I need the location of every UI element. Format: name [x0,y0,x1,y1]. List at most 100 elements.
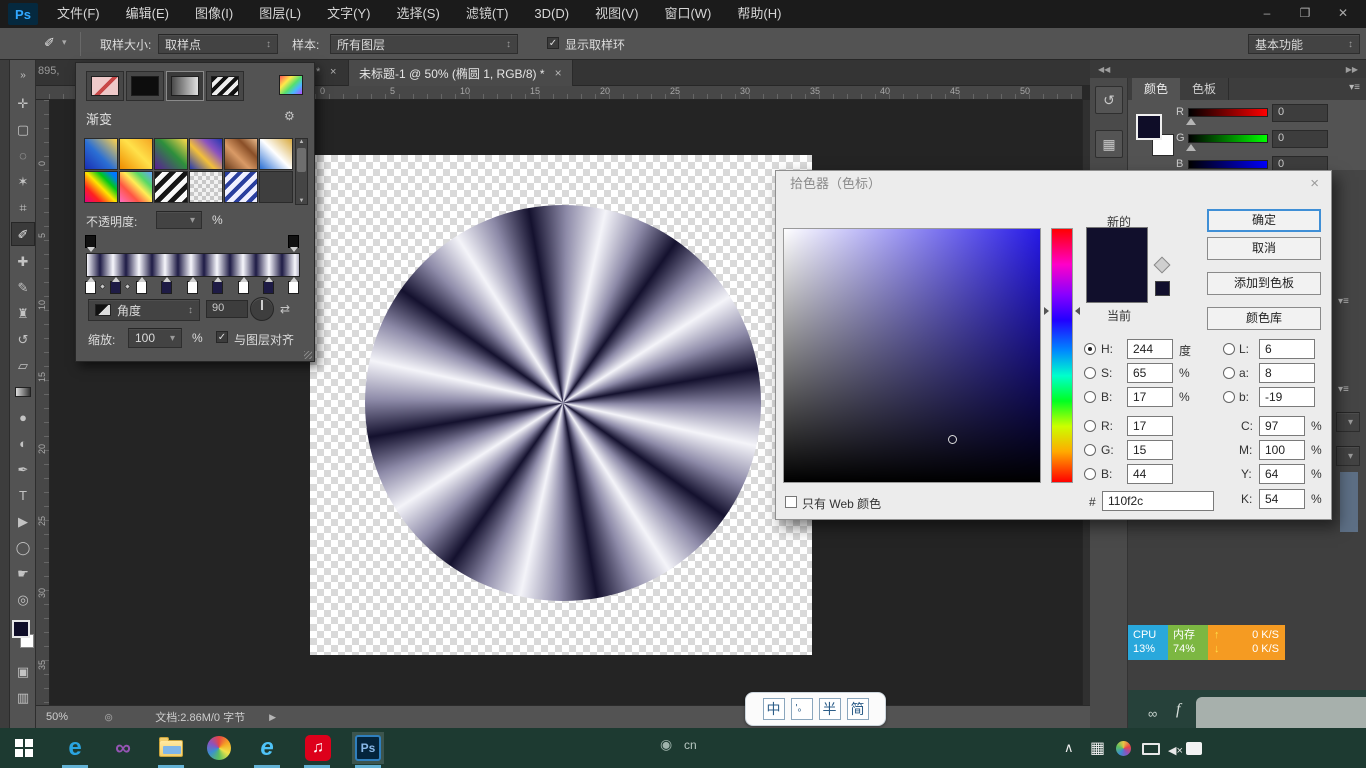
add-to-swatches-button[interactable]: 添加到色板 [1207,272,1321,295]
color-stop[interactable] [85,281,96,294]
g-field[interactable]: 15 [1127,440,1173,460]
file-explorer-icon[interactable] [157,734,185,762]
screen-mode-button[interactable]: ▥ [11,686,35,710]
move-tool[interactable]: ✛ [11,92,35,116]
m-field[interactable]: 100 [1259,440,1305,460]
hidden-tab-close-icon[interactable]: × [330,66,336,78]
photoshop-taskbar-icon[interactable]: Ps [352,732,384,764]
preset-scrollbar[interactable]: ▲ ▼ [295,138,308,205]
r-field[interactable]: 17 [1127,416,1173,436]
dock-collapse-left-icon[interactable]: ◀◀ [1098,65,1110,74]
k-field[interactable]: 54 [1259,489,1305,509]
document-tab[interactable]: 未标题-1 @ 50% (椭圆 1, RGB/8) * × [348,60,573,86]
healing-brush-tool[interactable]: ✚ [11,250,35,274]
b-slider[interactable] [1188,160,1268,169]
color-stop[interactable] [238,281,249,294]
menu-window[interactable]: 窗口(W) [651,0,724,28]
color-stop[interactable] [212,281,223,294]
menu-help[interactable]: 帮助(H) [724,0,794,28]
blur-tool[interactable]: ● [11,406,35,430]
foreground-color-swatch[interactable] [12,620,30,638]
gradient-preset[interactable] [224,171,258,203]
hue-marker-right[interactable] [1075,307,1080,315]
color-stop[interactable] [288,281,299,294]
s-field[interactable]: 65 [1127,363,1173,383]
eraser-tool[interactable]: ▱ [11,354,35,378]
opacity-stop-right[interactable] [288,235,299,248]
menu-image[interactable]: 图像(I) [182,0,246,28]
cancel-button[interactable]: 取消 [1207,237,1321,260]
gradient-preset[interactable] [189,138,223,170]
resize-grip[interactable] [304,351,312,359]
brush-tool[interactable]: ✎ [11,276,35,300]
web-only-checkbox[interactable] [785,496,797,508]
gradient-editor-bar[interactable] [86,253,300,277]
reverse-icon[interactable]: ⇄ [280,302,290,316]
scroll-thumb[interactable] [297,148,306,172]
gradient-preset[interactable] [119,138,153,170]
angle-dial[interactable] [250,297,274,321]
gradient-preset[interactable] [84,138,118,170]
panel-foreground-swatch[interactable] [1136,114,1162,140]
zoom-tool[interactable]: ◎ [11,588,35,612]
sample-layers-dropdown[interactable]: 所有图层 ↕ [330,34,518,54]
eyedropper-tool-icon[interactable]: ✐ [44,35,55,51]
g-slider-handle[interactable] [1186,144,1196,151]
shape-tool[interactable]: ◯ [11,536,35,560]
b-field[interactable]: 17 [1127,387,1173,407]
rainbow-thumb[interactable] [279,75,303,95]
gradient-tool[interactable] [11,380,35,404]
opacity-stop-left[interactable] [85,235,96,248]
gear-icon[interactable]: ⚙ [284,109,295,123]
gradient-preset[interactable] [224,138,258,170]
menu-3d[interactable]: 3D(D) [521,0,582,28]
gradient-preset[interactable] [154,138,188,170]
history-brush-tool[interactable]: ↺ [11,328,35,352]
internet-explorer-icon[interactable]: e [253,734,281,762]
quick-mask-button[interactable]: ▣ [11,660,35,684]
toolbar-collapse-icon[interactable]: » [11,64,35,88]
color-libraries-button[interactable]: 颜色库 [1207,307,1321,330]
tab-close-icon[interactable]: × [555,66,562,80]
s-radio[interactable] [1084,367,1096,379]
close-button[interactable]: ✕ [1324,3,1362,23]
saturation-field[interactable] [783,228,1041,483]
gradient-preset-button-3-selected[interactable] [166,71,204,101]
history-panel-icon[interactable]: ↺ [1095,86,1123,114]
color-stop[interactable] [263,281,274,294]
web-cube-icon[interactable] [1154,257,1171,274]
dialog-close-icon[interactable]: × [1310,175,1319,192]
panel-menu-icon[interactable]: ▾≡ [1338,296,1349,307]
gradient-preset[interactable] [189,171,223,203]
lasso-tool[interactable]: ◌ [11,144,35,168]
ime-simplified[interactable]: 简 [847,698,869,720]
lab-b-radio[interactable] [1223,391,1235,403]
scale-dropdown[interactable]: 100 ▾ [128,328,182,348]
angle-value-field[interactable]: 90 [206,300,248,318]
menu-select[interactable]: 选择(S) [383,0,452,28]
visual-studio-icon[interactable]: ∞ [109,734,137,762]
menu-filter[interactable]: 滤镜(T) [453,0,522,28]
midpoint-marker[interactable] [124,283,131,290]
color-stop[interactable] [136,281,147,294]
hex-field[interactable]: 110f2c [1102,491,1214,511]
tab-color[interactable]: 颜色 [1132,78,1181,100]
gradient-preset[interactable] [259,171,293,203]
pen-tool[interactable]: ✒ [11,458,35,482]
panel-menu-icon[interactable]: ▾≡ [1338,384,1349,395]
r-slider-handle[interactable] [1186,118,1196,125]
b2-field[interactable]: 44 [1127,464,1173,484]
tray-chevron-icon[interactable]: ∧ [1064,740,1074,756]
color-stop[interactable] [110,281,121,294]
edge-icon[interactable]: e [61,734,89,762]
properties-panel-icon[interactable]: ▦ [1095,130,1123,158]
r-slider[interactable] [1188,108,1268,117]
h-field[interactable]: 244 [1127,339,1173,359]
a-field[interactable]: 8 [1259,363,1315,383]
netease-music-icon[interactable]: ♫ [304,734,332,762]
link-icon[interactable]: ∞ [1148,706,1157,721]
path-select-tool[interactable]: ▶ [11,510,35,534]
menu-layer[interactable]: 图层(L) [246,0,314,28]
layers-dropdown-button[interactable]: ▾ [1336,412,1360,432]
color-stop[interactable] [187,281,198,294]
